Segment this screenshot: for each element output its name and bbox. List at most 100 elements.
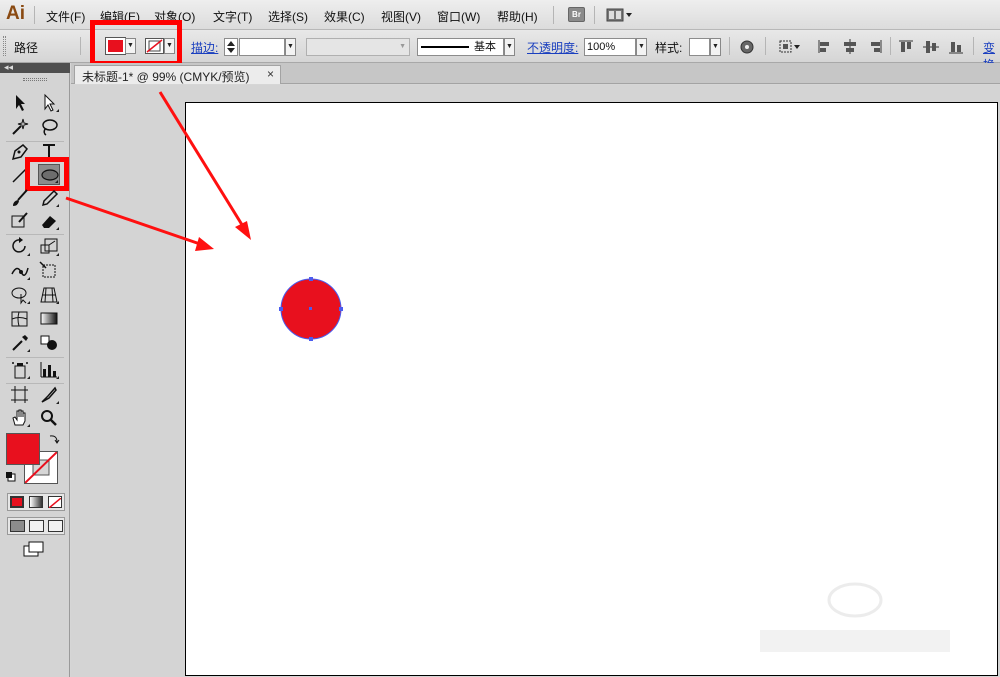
- gradient-icon: [40, 312, 58, 325]
- blend-tool[interactable]: [38, 332, 60, 353]
- gradient-tool[interactable]: [38, 308, 60, 329]
- none-mode-button[interactable]: [48, 496, 62, 509]
- lasso-tool[interactable]: [38, 116, 60, 137]
- eraser-tool[interactable]: [38, 210, 60, 231]
- opacity-input[interactable]: 100%: [584, 38, 636, 56]
- menu-view[interactable]: 视图(V): [381, 8, 421, 25]
- variable-width-profile[interactable]: ▼: [306, 38, 410, 56]
- menu-type[interactable]: 文字(T): [213, 8, 252, 25]
- perspective-grid-tool[interactable]: [38, 284, 60, 305]
- warp-tool[interactable]: [9, 260, 31, 281]
- blob-brush-tool[interactable]: [9, 210, 31, 231]
- fill-color-swatch[interactable]: [6, 433, 40, 465]
- opacity-label[interactable]: 不透明度:: [527, 39, 578, 56]
- scale-tool[interactable]: [38, 236, 60, 257]
- align-right-icon: [871, 40, 882, 53]
- anchor-point[interactable]: [309, 337, 313, 341]
- chevron-down-icon: ▼: [399, 43, 406, 50]
- align-to-button[interactable]: [777, 38, 803, 55]
- menu-window[interactable]: 窗口(W): [437, 8, 480, 25]
- none-slash-icon: [48, 497, 62, 509]
- align-right-button[interactable]: [866, 38, 884, 55]
- document-tab-title: 未标题-1* @ 99% (CMYK/预览): [82, 70, 250, 84]
- draw-inside-button[interactable]: [48, 520, 63, 532]
- stroke-weight-dropdown[interactable]: ▼: [285, 38, 296, 56]
- stroke-label[interactable]: 描边:: [191, 39, 218, 56]
- anchor-point[interactable]: [339, 307, 343, 311]
- align-top-button[interactable]: [897, 38, 915, 55]
- gradient-mode-button[interactable]: [29, 496, 43, 508]
- align-horizontal-center-icon: [844, 39, 856, 54]
- free-transform-icon: [39, 261, 56, 278]
- selection-tool[interactable]: [9, 92, 31, 113]
- magic-wand-tool[interactable]: [9, 116, 31, 137]
- document-tab[interactable]: 未标题-1* @ 99% (CMYK/预览) ×: [74, 65, 281, 84]
- menu-separator: [34, 6, 35, 24]
- swap-fill-stroke-button[interactable]: [48, 433, 60, 445]
- document-tab-bar: 未标题-1* @ 99% (CMYK/预览) ×: [71, 63, 1000, 84]
- align-left-button[interactable]: [816, 38, 834, 55]
- shape-builder-tool[interactable]: [9, 284, 31, 305]
- hand-tool[interactable]: [9, 407, 31, 428]
- tool-separator: [6, 234, 64, 235]
- brush-dropdown[interactable]: ▼: [504, 38, 515, 56]
- align-left-icon: [818, 40, 829, 53]
- close-icon[interactable]: ×: [267, 67, 274, 81]
- change-screen-mode-button[interactable]: [22, 540, 46, 558]
- column-graph-tool[interactable]: [38, 359, 60, 380]
- align-vertical-center-button[interactable]: [922, 38, 940, 55]
- menu-effect[interactable]: 效果(C): [324, 8, 365, 25]
- zoom-tool[interactable]: [38, 407, 60, 428]
- anchor-point[interactable]: [279, 307, 283, 311]
- stroke-weight-stepper[interactable]: [224, 38, 238, 56]
- stroke-weight-input[interactable]: [239, 38, 285, 56]
- color-mode-group: [7, 493, 65, 511]
- menu-separator: [553, 6, 554, 24]
- control-separator: [973, 37, 974, 55]
- zoom-magnifier-icon: [41, 410, 57, 426]
- recolor-artwork-button[interactable]: [738, 38, 756, 55]
- menu-file[interactable]: 文件(F): [46, 8, 85, 25]
- menu-help[interactable]: 帮助(H): [497, 8, 538, 25]
- symbol-sprayer-tool[interactable]: [9, 359, 31, 380]
- ellipse-shape[interactable]: [274, 272, 350, 348]
- align-bottom-button[interactable]: [947, 38, 965, 55]
- color-wheel-icon: [740, 40, 754, 54]
- tools-panel: ◂◂: [0, 62, 70, 677]
- anchor-point[interactable]: [309, 277, 313, 281]
- brush-definition[interactable]: 基本: [417, 38, 504, 56]
- black-arrow-icon: [16, 95, 25, 111]
- draw-normal-button[interactable]: [10, 520, 25, 532]
- free-transform-tool[interactable]: [38, 260, 60, 281]
- rotate-tool[interactable]: [9, 236, 31, 257]
- menu-select[interactable]: 选择(S): [268, 8, 308, 25]
- eyedropper-tool[interactable]: [9, 332, 31, 353]
- arrange-documents-button[interactable]: [606, 7, 634, 23]
- default-fill-stroke-button[interactable]: [5, 471, 17, 483]
- control-separator: [729, 37, 730, 55]
- control-separator: [80, 37, 81, 55]
- panel-grip[interactable]: [23, 78, 47, 81]
- paintbrush-tool[interactable]: [9, 187, 31, 208]
- direct-selection-tool[interactable]: [38, 92, 60, 113]
- opacity-dropdown[interactable]: ▼: [636, 38, 647, 56]
- tools-panel-header[interactable]: ◂◂: [0, 62, 70, 73]
- bridge-button[interactable]: Br: [568, 7, 585, 22]
- slice-tool[interactable]: [38, 384, 60, 405]
- drawing-mode-group: [7, 517, 65, 535]
- draw-behind-button[interactable]: [29, 520, 44, 532]
- pencil-tool[interactable]: [38, 187, 60, 208]
- graphic-style-swatch[interactable]: [689, 38, 710, 56]
- align-to-selection-icon: [779, 40, 800, 53]
- align-center-button[interactable]: [841, 38, 859, 55]
- artboard-tool[interactable]: [9, 384, 31, 405]
- mesh-tool[interactable]: [9, 308, 31, 329]
- menu-separator: [594, 6, 595, 24]
- highlight-ellipse-tool: [25, 157, 69, 191]
- collapse-icon[interactable]: ◂◂: [4, 62, 13, 73]
- color-mode-button[interactable]: [10, 496, 24, 508]
- graphic-style-dropdown[interactable]: ▼: [710, 38, 721, 56]
- panel-grip[interactable]: [3, 36, 6, 56]
- swap-arrow-icon: [49, 435, 60, 444]
- center-point: [309, 307, 312, 310]
